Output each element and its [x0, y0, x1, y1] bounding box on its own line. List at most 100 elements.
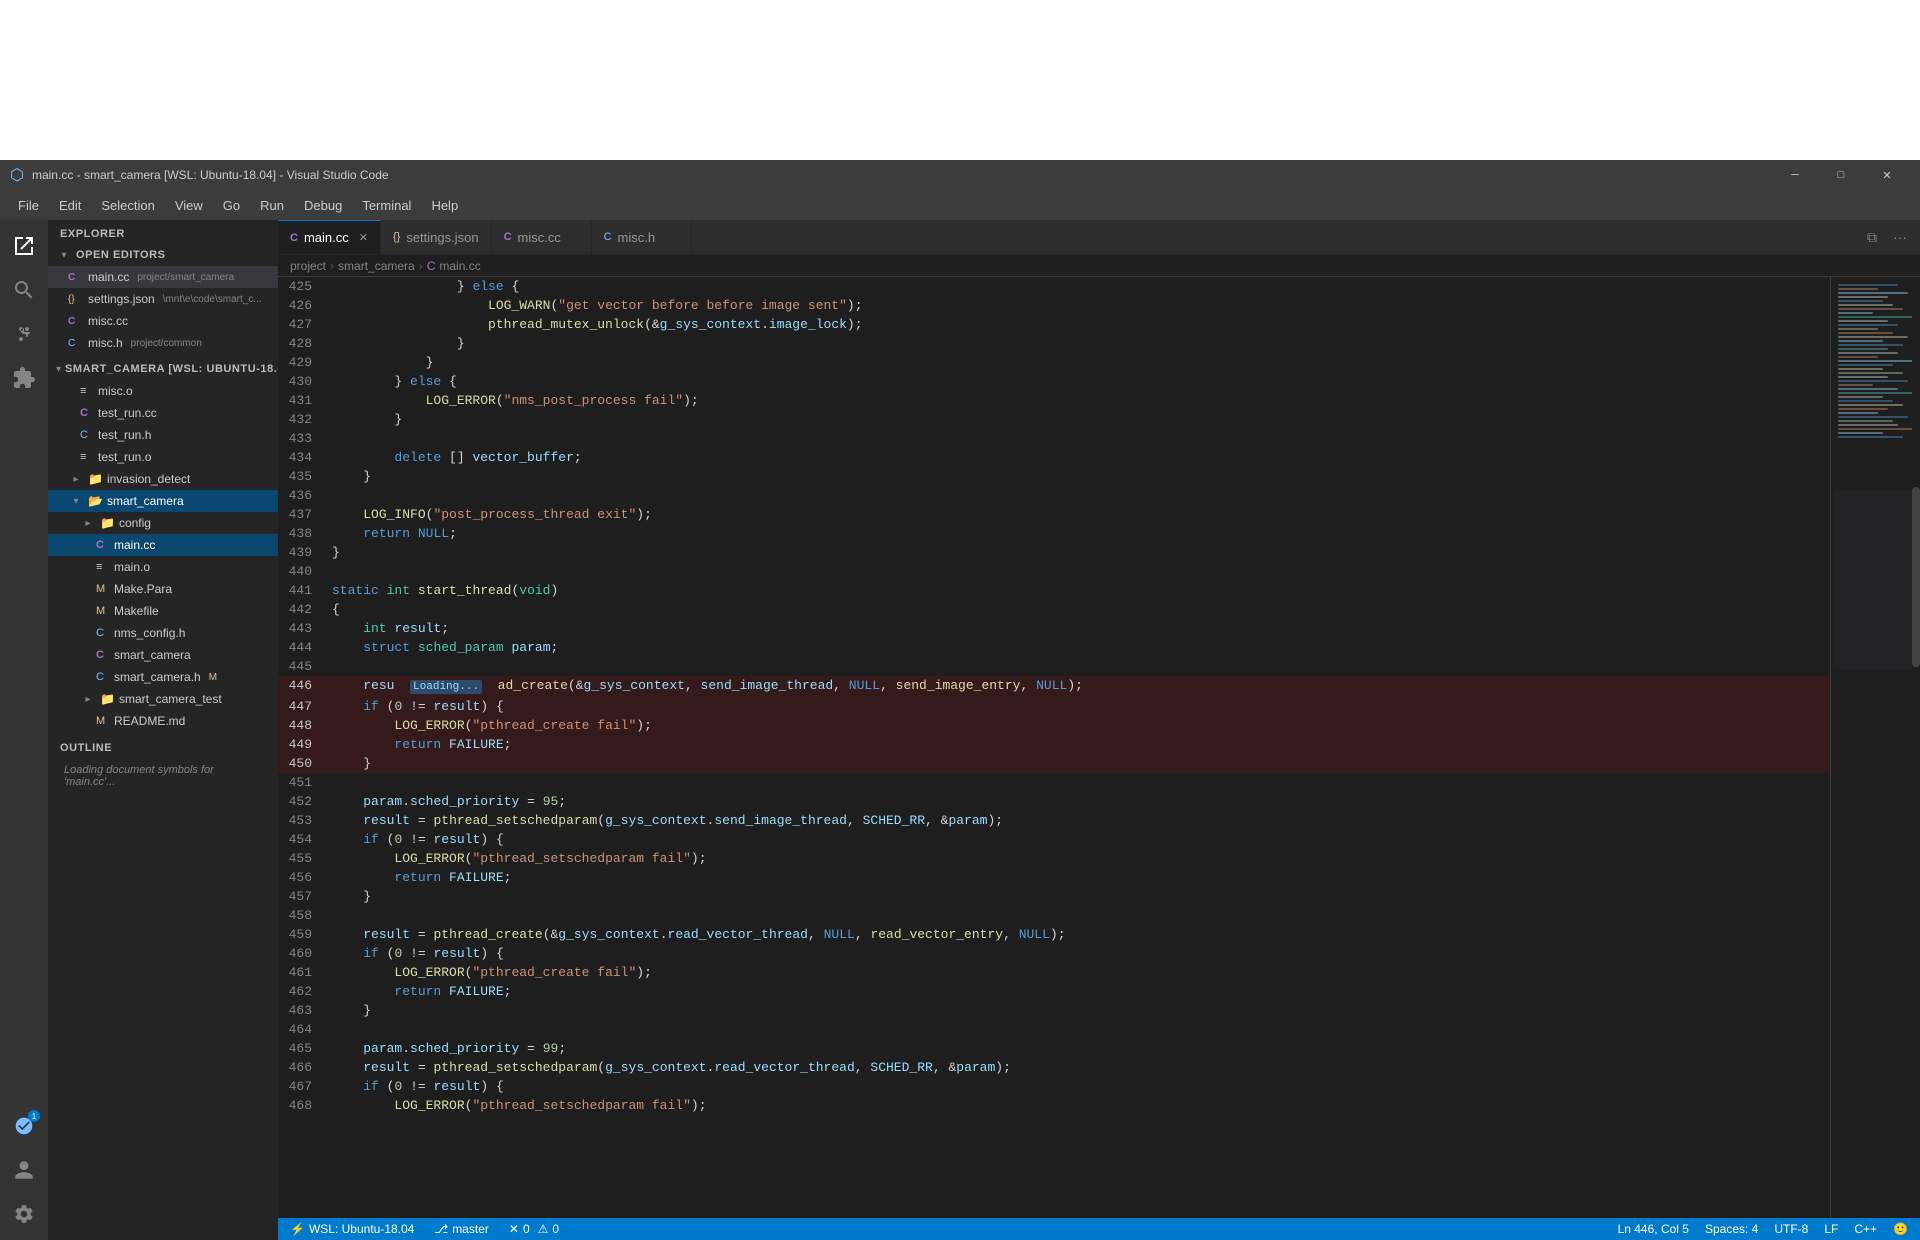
- status-language[interactable]: C++: [1850, 1222, 1881, 1236]
- table-row: 432 }: [278, 410, 1830, 429]
- tree-make-para[interactable]: M Make.Para: [48, 578, 278, 600]
- tree-readme[interactable]: M README.md: [48, 710, 278, 732]
- tree-item-name: Make.Para: [114, 582, 172, 596]
- tree-smart-camera-h[interactable]: C smart_camera.h M: [48, 666, 278, 688]
- table-row: 433: [278, 429, 1830, 448]
- minimap-scrollbar-thumb[interactable]: [1912, 487, 1920, 667]
- tab-main-cc[interactable]: C main.cc ✕: [278, 220, 381, 254]
- menu-help[interactable]: Help: [421, 194, 468, 217]
- table-row: 455 LOG_ERROR("pthread_setschedparam fai…: [278, 849, 1830, 868]
- branch-icon: ⎇: [434, 1222, 448, 1236]
- minimap-svg: [1833, 279, 1920, 1099]
- cc-tab-icon: C: [504, 231, 512, 243]
- tree-item-name: README.md: [114, 714, 185, 728]
- activity-remote[interactable]: 1: [6, 1108, 42, 1144]
- table-row: 434 delete [] vector_buffer;: [278, 448, 1830, 467]
- tree-test-run-o[interactable]: ≡ test_run.o: [48, 446, 278, 468]
- table-row: 443 int result;: [278, 619, 1830, 638]
- tree-item-name: main.cc: [114, 538, 155, 552]
- breadcrumb-project[interactable]: project: [290, 259, 326, 273]
- table-row: 458: [278, 906, 1830, 925]
- menu-go[interactable]: Go: [213, 194, 250, 217]
- outline-title[interactable]: OUTLINE: [48, 736, 278, 760]
- tree-item-name: test_run.o: [98, 450, 151, 464]
- breadcrumb-smart-camera[interactable]: smart_camera: [338, 259, 415, 273]
- menu-selection[interactable]: Selection: [91, 194, 164, 217]
- tree-makefile[interactable]: M Makefile: [48, 600, 278, 622]
- maximize-button[interactable]: □: [1818, 160, 1864, 190]
- activity-settings[interactable]: [6, 1196, 42, 1232]
- tree-test-run-cc[interactable]: C test_run.cc: [48, 402, 278, 424]
- h-tab-icon: C: [604, 231, 612, 243]
- status-ln-col[interactable]: Ln 446, Col 5: [1614, 1222, 1693, 1236]
- table-row: 445: [278, 657, 1830, 676]
- menu-view[interactable]: View: [165, 194, 213, 217]
- minimize-button[interactable]: ─: [1772, 160, 1818, 190]
- open-editors-section[interactable]: ▾ OPEN EDITORS: [48, 244, 278, 266]
- menu-debug[interactable]: Debug: [294, 194, 352, 217]
- status-encoding[interactable]: UTF-8: [1770, 1222, 1812, 1236]
- breadcrumb-sep: ›: [330, 259, 334, 273]
- breadcrumb: project › smart_camera › C main.cc: [278, 255, 1920, 277]
- status-eol[interactable]: LF: [1820, 1222, 1842, 1236]
- tab-misc-cc[interactable]: C misc.cc: [492, 220, 592, 254]
- status-feedback[interactable]: 🙂: [1889, 1222, 1912, 1236]
- open-editor-main-cc[interactable]: C main.cc project/smart_camera ✕: [48, 266, 278, 288]
- tree-item-name: misc.o: [98, 384, 133, 398]
- line-number: 437: [278, 505, 328, 524]
- line-number: 465: [278, 1039, 328, 1058]
- status-errors[interactable]: ✕ 0 ⚠ 0: [505, 1222, 563, 1236]
- menu-terminal[interactable]: Terminal: [352, 194, 421, 217]
- tree-smart-camera-file[interactable]: C smart_camera: [48, 644, 278, 666]
- more-actions-button[interactable]: ···: [1888, 225, 1912, 249]
- open-editor-misc-cc[interactable]: C misc.cc: [48, 310, 278, 332]
- table-row: 425 } else {: [278, 277, 1830, 296]
- h-file-icon: C: [80, 429, 94, 441]
- tree-item-name: main.o: [114, 560, 150, 574]
- code-editor[interactable]: 425 } else { 426 LOG_WARN("get vector be…: [278, 277, 1830, 1218]
- line-content: LOG_INFO("post_process_thread exit");: [328, 505, 1830, 524]
- status-wsl[interactable]: ⚡ WSL: Ubuntu-18.04: [286, 1222, 418, 1236]
- status-spaces[interactable]: Spaces: 4: [1701, 1222, 1762, 1236]
- line-number: 459: [278, 925, 328, 944]
- tree-test-run-h[interactable]: C test_run.h: [48, 424, 278, 446]
- workspace-section[interactable]: ▾ SMART_CAMERA [WSL: UBUNTU-18.04]: [48, 358, 278, 380]
- activity-scm[interactable]: [6, 316, 42, 352]
- tree-smart-camera-folder[interactable]: ▾ 📂 smart_camera: [48, 490, 278, 512]
- line-content: LOG_WARN("get vector before before image…: [328, 296, 1830, 315]
- tab-misc-h[interactable]: C misc.h: [592, 220, 692, 254]
- tab-close-icon[interactable]: ✕: [359, 231, 368, 244]
- line-number: 433: [278, 429, 328, 448]
- encoding-text: UTF-8: [1774, 1222, 1808, 1236]
- tree-misc-o[interactable]: ≡ misc.o: [48, 380, 278, 402]
- split-editor-button[interactable]: ⧉: [1860, 225, 1884, 249]
- tree-item-name: test_run.cc: [98, 406, 157, 420]
- menu-run[interactable]: Run: [250, 194, 294, 217]
- tree-smart-camera-test[interactable]: ▸ 📁 smart_camera_test: [48, 688, 278, 710]
- line-content: result = pthread_create(&g_sys_context.r…: [328, 925, 1830, 944]
- menu-file[interactable]: File: [8, 194, 49, 217]
- tree-nms-config-h[interactable]: C nms_config.h: [48, 622, 278, 644]
- line-number: 444: [278, 638, 328, 657]
- table-row: 453 result = pthread_setschedparam(g_sys…: [278, 811, 1830, 830]
- open-editor-misc-h[interactable]: C misc.h project/common: [48, 332, 278, 354]
- line-number: 432: [278, 410, 328, 429]
- tab-settings-json[interactable]: {} settings.json: [381, 220, 492, 254]
- menu-edit[interactable]: Edit: [49, 194, 91, 217]
- ln-col-text: Ln 446, Col 5: [1618, 1222, 1689, 1236]
- activity-account[interactable]: [6, 1152, 42, 1188]
- activity-extensions[interactable]: [6, 360, 42, 396]
- status-branch[interactable]: ⎇ master: [430, 1222, 493, 1236]
- close-button[interactable]: ✕: [1864, 160, 1910, 190]
- tree-invasion-detect[interactable]: ▸ 📁 invasion_detect: [48, 468, 278, 490]
- tree-config[interactable]: ▸ 📁 config: [48, 512, 278, 534]
- breadcrumb-file[interactable]: main.cc: [439, 259, 480, 273]
- activity-search[interactable]: [6, 272, 42, 308]
- tree-main-cc[interactable]: C main.cc: [48, 534, 278, 556]
- open-editor-settings-json[interactable]: {} settings.json \mnt\e\code\smart_c...: [48, 288, 278, 310]
- activity-explorer[interactable]: [6, 228, 42, 264]
- line-number: 439: [278, 543, 328, 562]
- line-content: delete [] vector_buffer;: [328, 448, 1830, 467]
- tree-main-o[interactable]: ≡ main.o: [48, 556, 278, 578]
- line-content: param.sched_priority = 95;: [328, 792, 1830, 811]
